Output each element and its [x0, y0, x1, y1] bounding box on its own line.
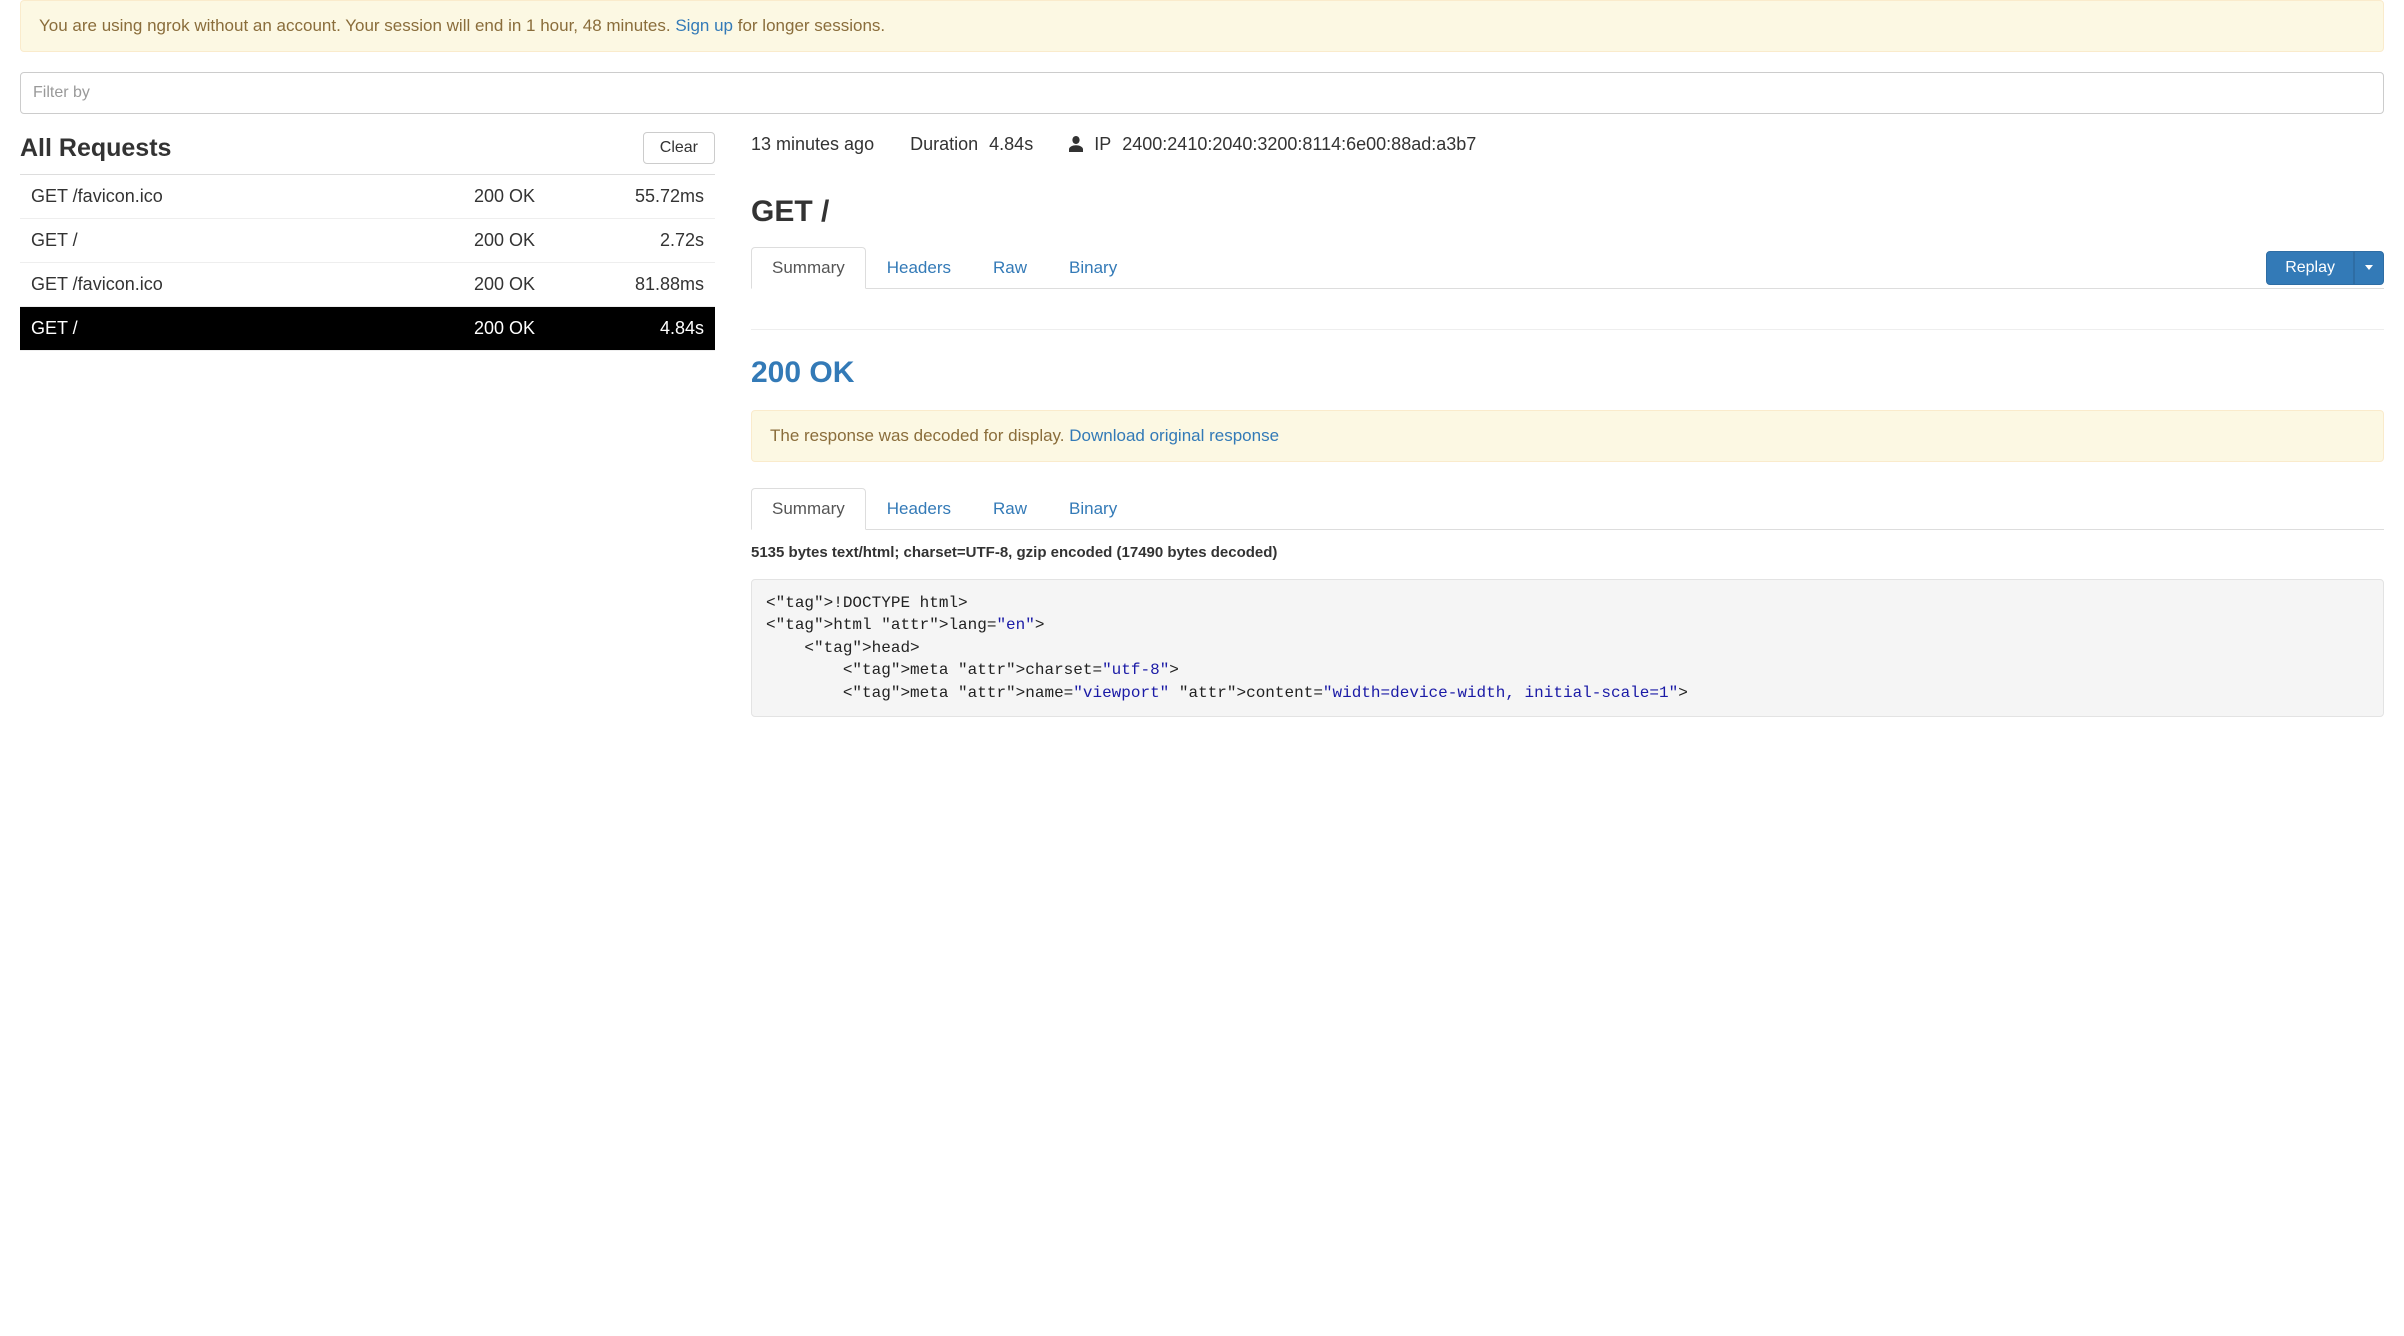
session-banner: You are using ngrok without an account. …: [20, 0, 2384, 52]
replay-dropdown-button[interactable]: [2354, 251, 2384, 285]
request-title: GET /: [751, 195, 2384, 229]
request-duration: 81.88ms: [594, 274, 704, 295]
signup-link[interactable]: Sign up: [675, 16, 733, 35]
download-original-link[interactable]: Download original response: [1069, 426, 1279, 445]
tab-summary[interactable]: Summary: [751, 488, 866, 530]
decode-notice: The response was decoded for display. Do…: [751, 410, 2384, 462]
request-row[interactable]: GET /200 OK4.84s: [20, 307, 715, 351]
request-method-path: GET /: [31, 318, 474, 339]
tab-headers[interactable]: Headers: [866, 247, 972, 289]
request-duration: Duration 4.84s: [910, 134, 1033, 155]
banner-text-after: for longer sessions.: [733, 16, 885, 35]
request-row[interactable]: GET /favicon.ico200 OK81.88ms: [20, 263, 715, 307]
request-method-path: GET /favicon.ico: [31, 274, 474, 295]
request-duration: 55.72ms: [594, 186, 704, 207]
tab-summary[interactable]: Summary: [751, 247, 866, 289]
request-duration: 2.72s: [594, 230, 704, 251]
request-status: 200 OK: [474, 274, 594, 295]
tab-binary[interactable]: Binary: [1048, 488, 1138, 530]
response-status: 200 OK: [751, 356, 2384, 390]
encoding-meta: 5135 bytes text/html; charset=UTF-8, gzi…: [751, 544, 2384, 561]
clear-button[interactable]: Clear: [643, 132, 715, 164]
requests-title: All Requests: [20, 134, 171, 163]
replay-button-group: Replay: [2266, 251, 2384, 285]
request-ip: IP 2400:2410:2040:3200:8114:6e00:88ad:a3…: [1069, 134, 1476, 155]
chevron-down-icon: [2365, 265, 2373, 270]
request-row[interactable]: GET /favicon.ico200 OK55.72ms: [20, 175, 715, 219]
filter-input[interactable]: [20, 72, 2384, 114]
request-method-path: GET /favicon.ico: [31, 186, 474, 207]
banner-text-before: You are using ngrok without an account. …: [39, 16, 675, 35]
tab-binary[interactable]: Binary: [1048, 247, 1138, 289]
user-icon: [1069, 136, 1083, 152]
request-age: 13 minutes ago: [751, 134, 874, 155]
request-method-path: GET /: [31, 230, 474, 251]
response-body: <"tag">!DOCTYPE html> <"tag">html "attr"…: [751, 579, 2384, 717]
tab-raw[interactable]: Raw: [972, 488, 1048, 530]
request-row[interactable]: GET /200 OK2.72s: [20, 219, 715, 263]
tab-raw[interactable]: Raw: [972, 247, 1048, 289]
request-status: 200 OK: [474, 318, 594, 339]
request-duration: 4.84s: [594, 318, 704, 339]
tab-headers[interactable]: Headers: [866, 488, 972, 530]
request-status: 200 OK: [474, 230, 594, 251]
request-status: 200 OK: [474, 186, 594, 207]
replay-button[interactable]: Replay: [2266, 251, 2354, 285]
